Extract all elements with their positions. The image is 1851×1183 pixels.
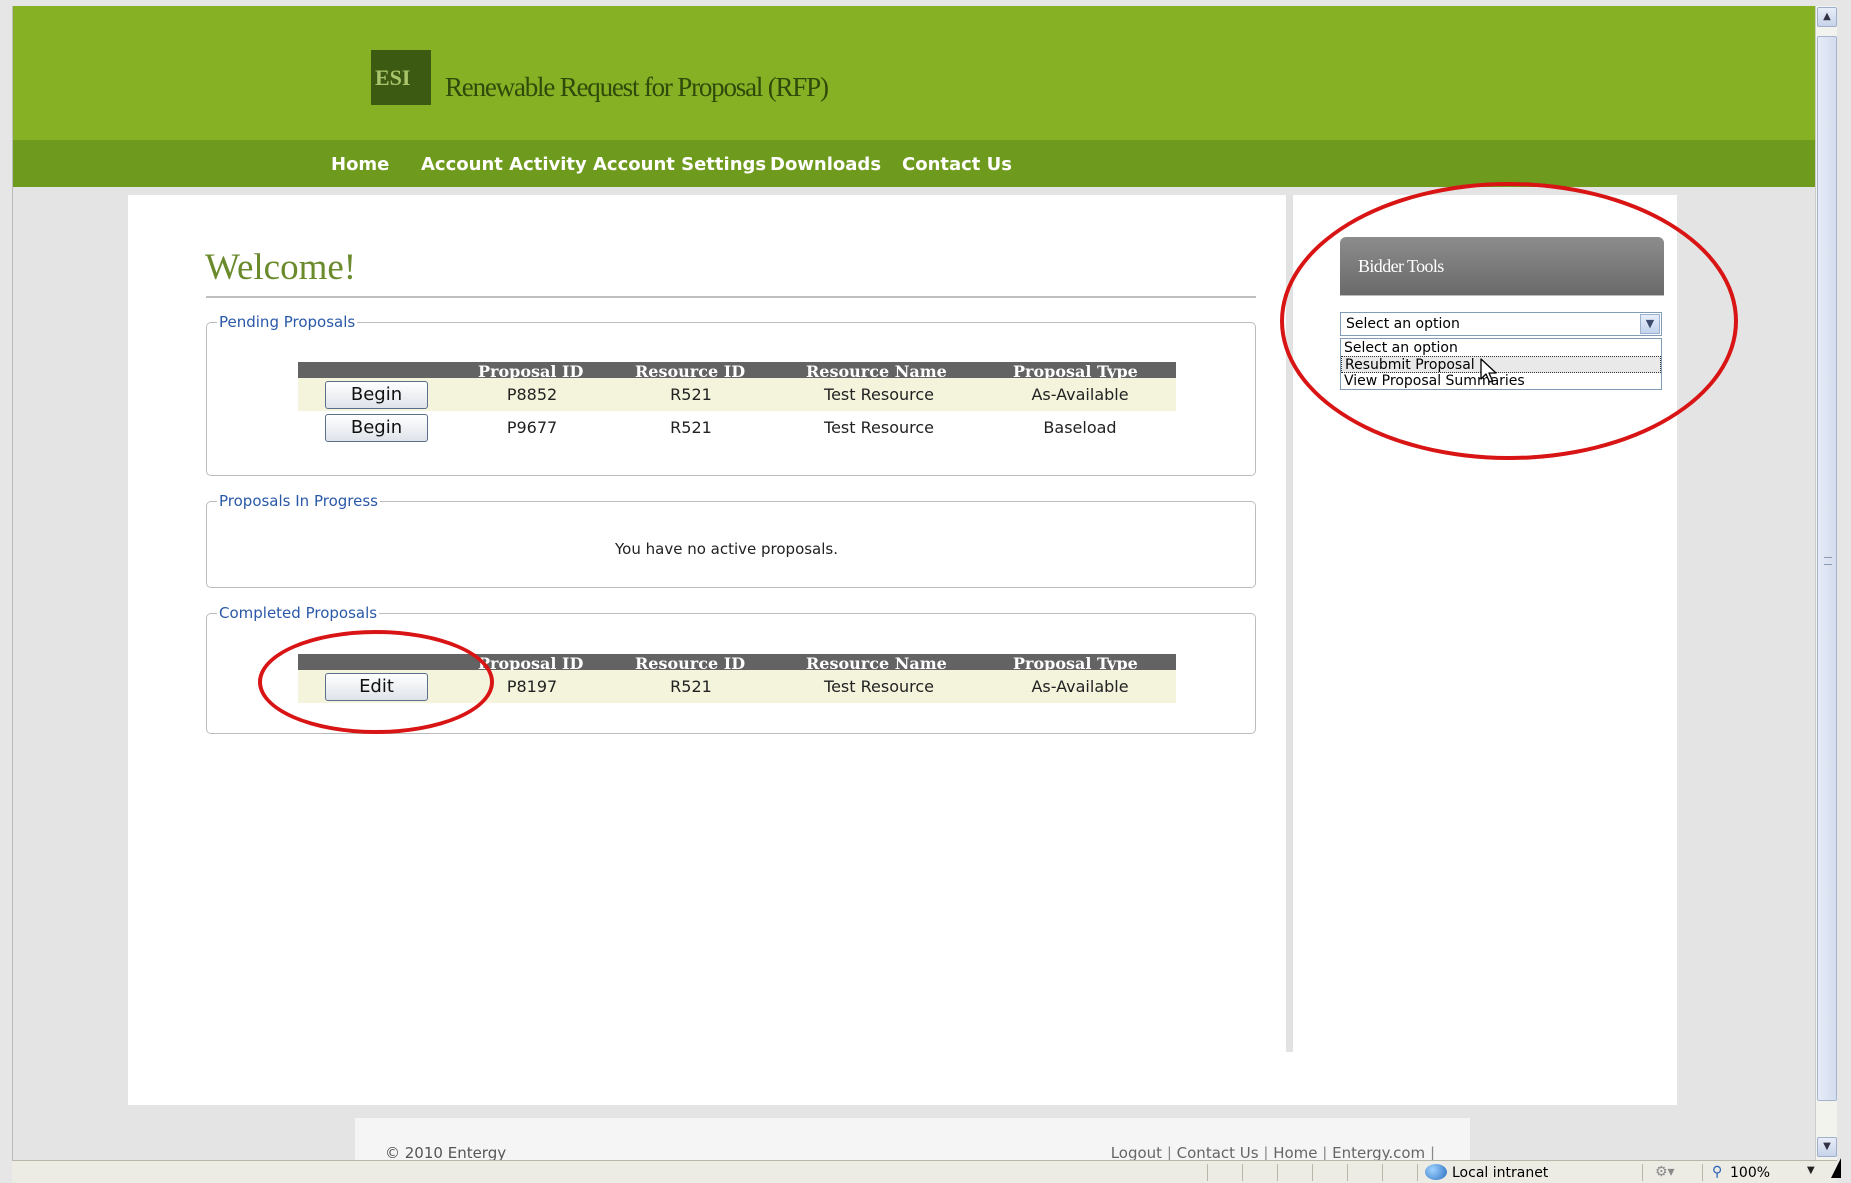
protected-mode-icon[interactable]: ⚙▾ [1655,1164,1675,1180]
page-title: Welcome! [205,247,357,288]
proposal-type-cell: As-Available [1031,677,1129,696]
browser-status-bar: Local intranet ⚙▾ ⚲ 100% ▼ [12,1160,1837,1183]
completed-proposals-legend: Completed Proposals [217,604,380,622]
proposal-type-cell: Baseload [1043,418,1117,437]
table-row: Begin P9677 R521 Test Resource Baseload [298,411,1176,444]
resource-id-cell: R521 [670,385,712,404]
select-current-value: Select an option [1346,316,1460,332]
pending-proposals-legend: Pending Proposals [217,313,358,331]
scroll-down-icon[interactable]: ▼ [1817,1137,1837,1157]
edit-button[interactable]: Edit [325,673,428,701]
resource-name-cell: Test Resource [824,418,934,437]
zoom-level[interactable]: 100% [1730,1165,1770,1181]
security-zone-label: Local intranet [1452,1165,1549,1181]
main-nav: Home Account Activity Account Settings D… [13,140,1815,187]
status-divider [1347,1164,1348,1181]
site-title: Renewable Request for Proposal (RFP) [445,72,829,102]
mouse-pointer-icon [1480,358,1497,383]
title-divider [206,296,1256,298]
status-divider [1642,1164,1643,1181]
bidder-tools-select[interactable]: Select an option ▼ [1340,312,1662,336]
table-row: Edit P8197 R521 Test Resource As-Availab… [298,670,1176,703]
vertical-scrollbar[interactable]: ▲ ▼ [1815,6,1837,1160]
status-divider [1382,1164,1383,1181]
resource-id-cell: R521 [670,677,712,696]
empty-message: You have no active proposals. [615,540,839,558]
resource-name-cell: Test Resource [824,677,934,696]
bidder-tools-header: Bidder Tools [1340,237,1664,295]
page-footer: © 2010 Entergy Logout | Contact Us | Hom… [355,1118,1470,1166]
in-progress-legend: Proposals In Progress [217,492,380,510]
nav-downloads[interactable]: Downloads [770,154,881,175]
status-divider [1242,1164,1243,1181]
status-divider [1277,1164,1278,1181]
proposal-type-cell: As-Available [1031,385,1129,404]
chevron-down-icon[interactable]: ▼ [1640,314,1660,334]
magnifier-icon[interactable]: ⚲ [1712,1164,1722,1180]
begin-button[interactable]: Begin [325,414,428,442]
resource-name-cell: Test Resource [824,385,934,404]
status-divider [1207,1164,1208,1181]
resource-id-cell: R521 [670,418,712,437]
proposal-id-cell: P8852 [506,385,558,404]
globe-icon [1425,1164,1447,1180]
option-select-an-option[interactable]: Select an option [1341,340,1661,357]
resize-grip-icon[interactable] [1831,1158,1841,1178]
proposal-id-cell: P9677 [506,418,558,437]
nav-account-activity[interactable]: Account Activity [421,154,587,175]
status-divider [1702,1164,1703,1181]
option-view-proposal-summaries[interactable]: View Proposal Summaries [1341,373,1661,390]
nav-account-settings[interactable]: Account Settings [593,154,766,175]
bidder-tools-title: Bidder Tools [1358,256,1444,276]
nav-home[interactable]: Home [331,154,389,175]
proposal-id-cell: P8197 [506,677,558,696]
esi-logo: ESI [371,50,431,105]
scroll-up-icon[interactable]: ▲ [1817,7,1837,27]
bidder-tools-underline [1340,295,1664,296]
option-resubmit-proposal[interactable]: Resubmit Proposal [1341,356,1661,373]
select-options-list: Select an option Resubmit Proposal View … [1340,338,1662,390]
site-banner: ESI Renewable Request for Proposal (RFP) [13,6,1815,140]
table-row: Begin P8852 R521 Test Resource As-Availa… [298,378,1176,411]
grip-icon [1824,557,1832,565]
status-divider [1417,1164,1418,1181]
status-divider [1312,1164,1313,1181]
scrollbar-thumb[interactable] [1817,36,1837,1101]
nav-contact-us[interactable]: Contact Us [902,154,1012,175]
chevron-down-icon[interactable]: ▼ [1807,1165,1815,1176]
begin-button[interactable]: Begin [325,381,428,409]
